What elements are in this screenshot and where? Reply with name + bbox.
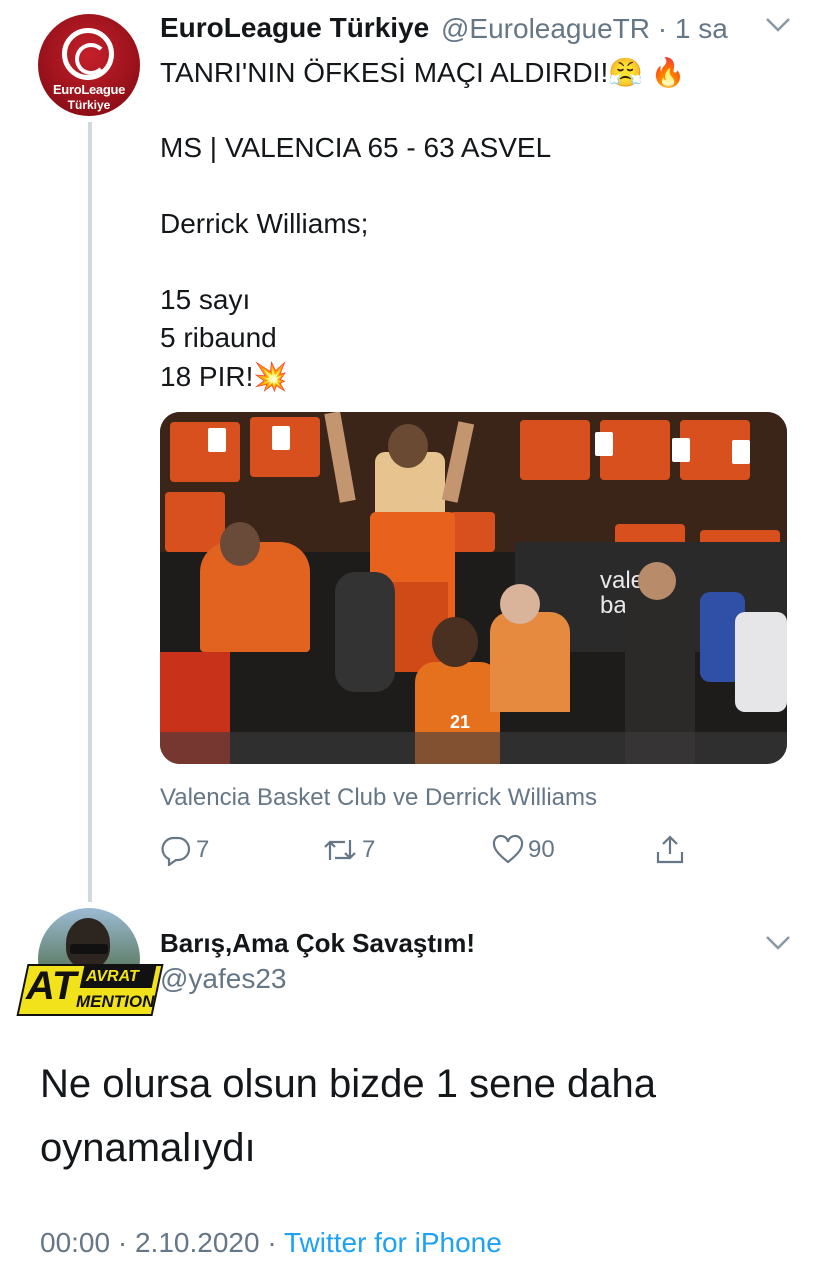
avrat-mention-badge: AT AVRAT MENTION	[16, 962, 164, 1018]
reply-author-name[interactable]: Barış,Ama Çok Savaştım!	[160, 928, 475, 959]
reply-count: 7	[196, 836, 210, 863]
reply-text-line: Ne olursa olsun bizde 1 sene daha	[40, 1062, 656, 1106]
like-count: 90	[528, 836, 555, 863]
chevron-down-icon[interactable]	[764, 14, 792, 42]
tweet-text-line: 18 PIR!💥	[160, 361, 289, 392]
reply-date[interactable]: 2.10.2020	[135, 1227, 260, 1258]
chevron-down-icon[interactable]	[764, 932, 792, 960]
avatar-text-1: EuroLeague	[52, 82, 126, 97]
badge-top-text: AVRAT	[86, 968, 139, 985]
reply-meta: 00:00 · 2.10.2020 · Twitter for iPhone	[40, 1227, 502, 1259]
tweet-text-line: MS | VALENCIA 65 - 63 ASVEL	[160, 132, 552, 163]
badge-big-text: AT	[26, 964, 77, 1008]
jersey-number: 21	[450, 712, 471, 732]
meta-separator: ·	[117, 1227, 128, 1258]
reply-icon	[161, 836, 191, 866]
author-meta: @EuroleagueTR · 1 sa	[441, 13, 728, 45]
badge-bottom-text: MENTION	[76, 992, 155, 1011]
reply-time[interactable]: 00:00	[40, 1227, 110, 1258]
tweet-text-line: Derrick Williams;	[160, 208, 369, 239]
retweet-count: 7	[362, 836, 376, 863]
author-handle[interactable]: @EuroleagueTR	[441, 13, 650, 44]
media-caption[interactable]: Valencia Basket Club ve Derrick Williams	[160, 784, 597, 812]
share-icon	[656, 835, 684, 864]
reply-source-link[interactable]: Twitter for iPhone	[284, 1227, 502, 1258]
thread-line	[88, 122, 92, 902]
tweet-photo[interactable]: valer bask 21	[160, 412, 787, 764]
tweet-text-line: 15 sayı	[160, 284, 251, 315]
like-icon	[492, 834, 524, 864]
reply-author-handle[interactable]: @yafes23	[160, 963, 287, 995]
retweet-icon	[324, 840, 356, 860]
tweet-text-line: TANRI'NIN ÖFKESİ MAÇI ALDIRDI!😤 🔥	[160, 57, 686, 88]
avatar-text-2: Türkiye	[67, 98, 111, 112]
like-button[interactable]: 90	[492, 832, 555, 868]
meta-separator: ·	[267, 1227, 277, 1258]
share-button[interactable]	[654, 832, 690, 868]
retweet-button[interactable]: 7	[322, 832, 375, 868]
euroleague-avatar[interactable]: EuroLeague Türkiye	[38, 14, 140, 116]
author-name[interactable]: EuroLeague Türkiye	[160, 12, 429, 44]
tweet-time[interactable]: · 1 sa	[658, 13, 728, 44]
euroleague-logo-icon	[62, 28, 114, 80]
tweet-text-line: 5 ribaund	[160, 322, 277, 353]
reply-text-line: oynamalıydı	[40, 1126, 256, 1170]
reply-button[interactable]: 7	[160, 832, 209, 868]
